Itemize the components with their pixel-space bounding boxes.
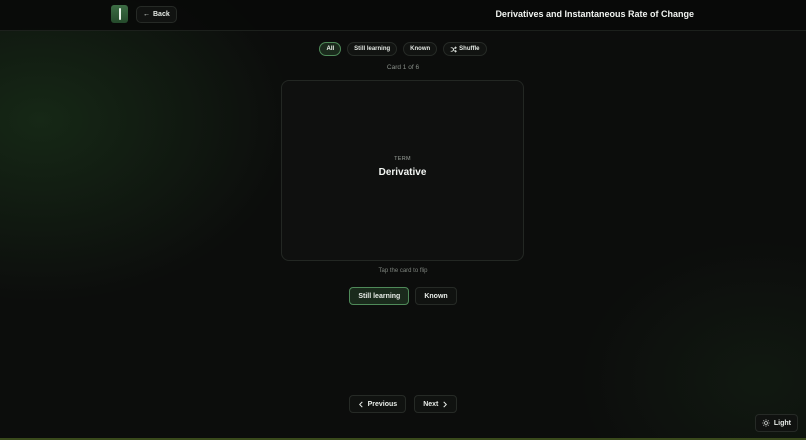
shuffle-icon <box>450 45 458 53</box>
filter-known-chip[interactable]: Known <box>403 42 438 56</box>
card-counter: Card 1 of 6 <box>386 64 420 71</box>
page-title: Derivatives and Instantaneous Rate of Ch… <box>495 9 694 19</box>
logo-bar <box>118 8 121 20</box>
filter-still-learning-chip[interactable]: Still learning <box>347 42 398 56</box>
shuffle-label: Shuffle <box>459 46 480 52</box>
next-button[interactable]: Next <box>414 395 458 413</box>
flip-hint: Tap the card to flip <box>378 268 428 274</box>
filter-bar: All Still learning Known Shuffle <box>0 42 806 56</box>
next-label: Next <box>423 400 439 408</box>
flashcard[interactable]: TERM Derivative <box>281 80 524 261</box>
shuffle-button[interactable]: Shuffle <box>443 42 487 56</box>
status-buttons: Still learning Known <box>0 287 806 305</box>
chevron-right-icon <box>442 401 448 408</box>
theme-label: Light <box>773 419 791 427</box>
mark-known-button[interactable]: Known <box>415 287 457 305</box>
theme-toggle-button[interactable]: Light <box>754 414 798 432</box>
card-pager: Previous Next <box>0 395 806 413</box>
mark-still-learning-button[interactable]: Still learning <box>349 287 410 305</box>
previous-label: Previous <box>367 400 398 408</box>
previous-button[interactable]: Previous <box>348 395 407 413</box>
card-kind-label: TERM <box>394 155 411 162</box>
back-label: Back <box>153 11 170 18</box>
filter-all-chip[interactable]: All <box>319 42 342 56</box>
chevron-left-icon <box>358 401 364 408</box>
back-button[interactable]: ← Back <box>136 6 177 23</box>
arrow-left-icon: ← <box>143 11 150 18</box>
flashcard-logo-icon[interactable] <box>111 5 128 23</box>
top-bar: ← Back Derivatives and Instantaneous Rat… <box>0 0 806 31</box>
card-term: Derivative <box>378 166 427 178</box>
sun-icon <box>762 419 770 427</box>
